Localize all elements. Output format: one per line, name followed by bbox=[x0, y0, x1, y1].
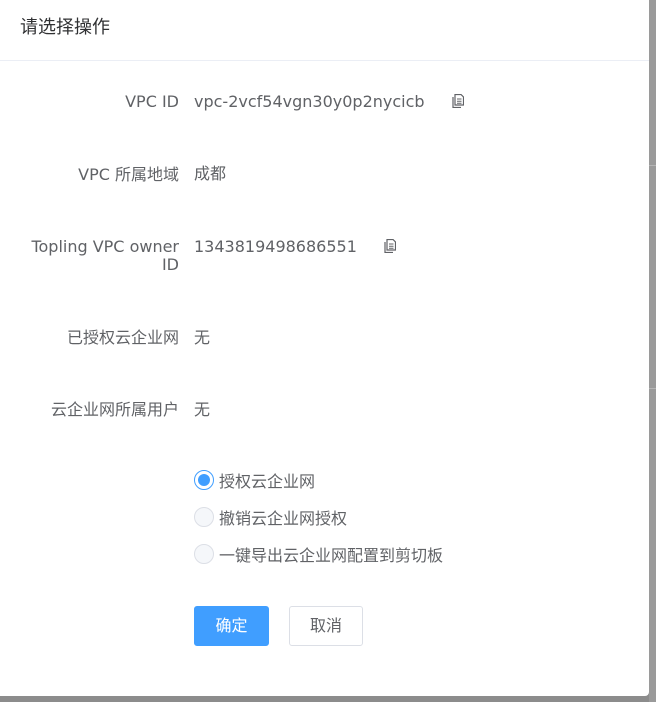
radio-revoke-cen[interactable]: 撤销云企业网授权 bbox=[194, 505, 443, 529]
radio-dot[interactable] bbox=[194, 544, 214, 564]
cen-owner-label: 云企业网所属用户 bbox=[50, 400, 179, 419]
radio-export-cen[interactable]: 一键导出云企业网配置到剪切板 bbox=[194, 542, 443, 566]
radio-label[interactable]: 撤销云企业网授权 bbox=[219, 505, 347, 529]
dialog-title: 请选择操作 bbox=[20, 17, 110, 38]
confirm-button[interactable]: 确定 bbox=[194, 606, 269, 646]
radio-authorize-cen[interactable]: 授权云企业网 bbox=[194, 468, 443, 492]
copy-icon[interactable] bbox=[384, 239, 396, 253]
dialog-header: 请选择操作 bbox=[0, 0, 649, 61]
authorized-cen-value: 无 bbox=[194, 328, 211, 347]
cen-owner-value: 无 bbox=[194, 400, 211, 419]
radio-dot-checked[interactable] bbox=[194, 470, 214, 490]
radio-dot[interactable] bbox=[194, 507, 214, 527]
cancel-button[interactable]: 取消 bbox=[289, 606, 363, 646]
vpc-id-value: vpc-2vcf54vgn30y0p2nycicb bbox=[194, 92, 425, 111]
vpc-id-value-wrap: vpc-2vcf54vgn30y0p2nycicb bbox=[194, 93, 464, 111]
owner-id-label-line2: ID bbox=[161, 255, 179, 274]
owner-id-label: Topling VPC owner ID bbox=[9, 238, 179, 274]
owner-id-value-wrap: 1343819498686551 bbox=[194, 238, 396, 256]
owner-id-value: 1343819498686551 bbox=[194, 237, 357, 256]
vpc-region-value: 成都 bbox=[194, 164, 227, 183]
radio-label[interactable]: 授权云企业网 bbox=[219, 468, 315, 492]
copy-icon[interactable] bbox=[452, 94, 464, 108]
operation-dialog: 请选择操作 VPC ID vpc-2vcf54vgn30y0p2nycicb V… bbox=[0, 0, 649, 696]
vpc-id-label: VPC ID bbox=[125, 92, 179, 111]
operation-radio-group: 授权云企业网 撤销云企业网授权 一键导出云企业网配置到剪切板 bbox=[194, 470, 443, 581]
owner-id-label-line1: Topling VPC owner bbox=[31, 237, 179, 256]
authorized-cen-label: 已授权云企业网 bbox=[66, 328, 179, 347]
modal-backdrop bbox=[649, 0, 656, 702]
radio-label[interactable]: 一键导出云企业网配置到剪切板 bbox=[219, 542, 443, 566]
vpc-region-label: VPC 所属地域 bbox=[78, 165, 179, 184]
